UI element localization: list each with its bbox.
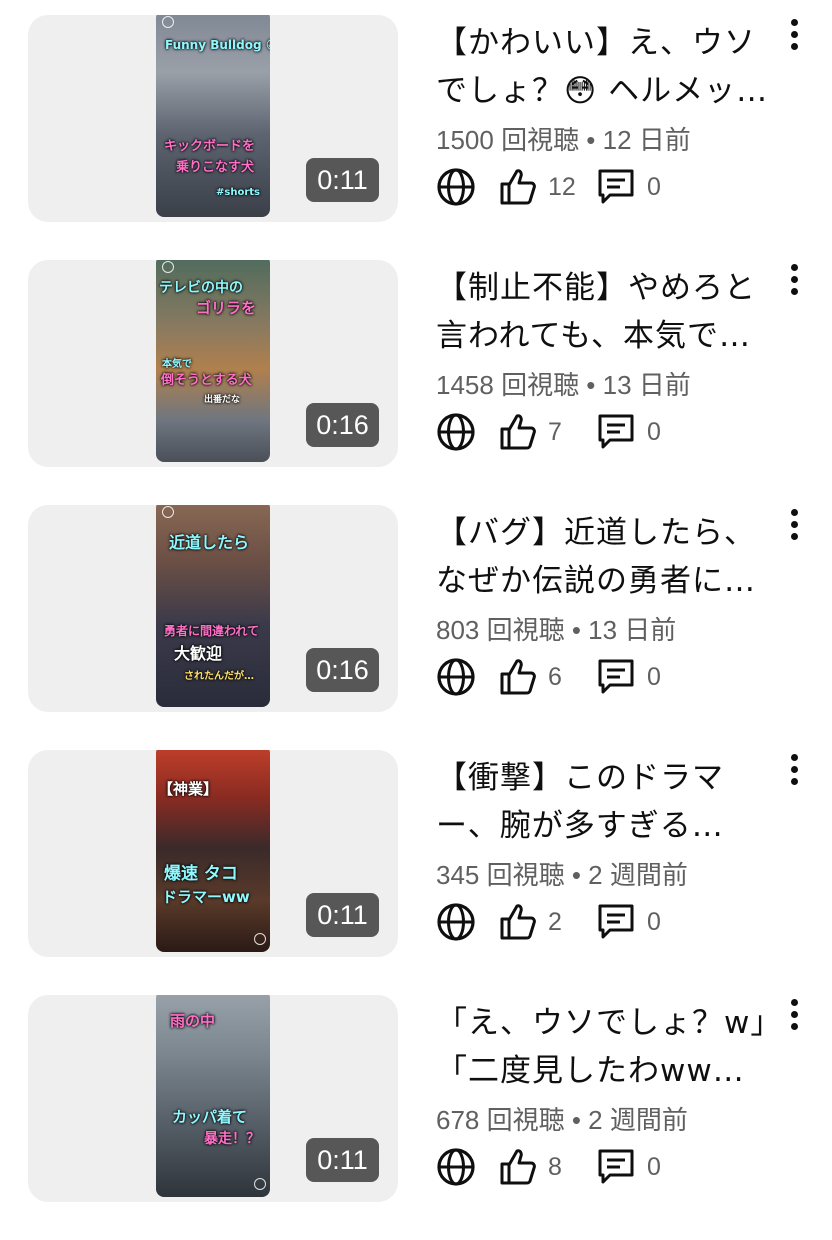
video-title[interactable]: 「え、ウソでしょ？w」「二度見したわww…: [436, 999, 784, 1095]
thumbs-up-icon[interactable]: [498, 412, 538, 452]
sora-watermark-icon: [162, 261, 174, 273]
thumbnail-caption: 本気で: [162, 359, 192, 370]
sora-watermark-icon: [254, 1178, 266, 1190]
thumbnail-caption: 倒そうとする犬: [161, 373, 252, 388]
thumbs-up-icon[interactable]: [498, 657, 538, 697]
video-title[interactable]: 【かわいい】え、ウソでしょ？😳 ヘルメッ…: [436, 19, 784, 115]
action-bar: 8 0: [436, 1147, 696, 1187]
action-bar: 7 0: [436, 412, 696, 452]
thumbnail-caption: 暴走！？: [204, 1131, 260, 1147]
video-row: 【神業】 爆速 タコ ドラマーww 0:11 【衝撃】このドラマー、腕が多すぎる…: [0, 750, 832, 995]
more-vert-icon[interactable]: [780, 997, 810, 1043]
video-thumbnail[interactable]: Funny Bulldog 😆 キックボードを 乗りこなす犬 #shorts 0…: [28, 15, 398, 222]
action-bar: 12 0: [436, 167, 696, 207]
video-thumbnail[interactable]: 近道したら 勇者に間違われて 大歓迎 されたんだが… 0:16: [28, 505, 398, 712]
comment-icon[interactable]: [596, 1147, 636, 1187]
video-row: Funny Bulldog 😆 キックボードを 乗りこなす犬 #shorts 0…: [0, 15, 832, 260]
thumbnail-caption: されたんだが…: [184, 671, 254, 682]
like-count: 2: [548, 908, 562, 936]
thumbnail-image: 近道したら 勇者に間違われて 大歓迎 されたんだが…: [156, 505, 270, 707]
more-vert-icon[interactable]: [780, 752, 810, 798]
video-row: 近道したら 勇者に間違われて 大歓迎 されたんだが… 0:16 【バグ】近道した…: [0, 505, 832, 750]
duration-badge: 0:11: [306, 1138, 379, 1182]
comment-count: 0: [647, 908, 661, 936]
thumbnail-caption: Funny Bulldog 😆: [165, 38, 270, 52]
like-count: 7: [548, 418, 562, 446]
sora-watermark-icon: [162, 506, 174, 518]
thumbnail-caption: ゴリラを: [196, 299, 257, 317]
more-vert-icon[interactable]: [780, 507, 810, 553]
globe-icon[interactable]: [436, 167, 476, 207]
sora-watermark-icon: [254, 933, 266, 945]
thumbnail-caption: 近道したら: [169, 533, 250, 552]
comment-icon[interactable]: [596, 412, 636, 452]
thumbs-up-icon[interactable]: [498, 1147, 538, 1187]
thumbnail-caption: テレビの中の: [159, 280, 243, 296]
globe-icon[interactable]: [436, 1147, 476, 1187]
thumbnail-caption: カッパ着て: [172, 1108, 248, 1126]
video-thumbnail[interactable]: 【神業】 爆速 タコ ドラマーww 0:11: [28, 750, 398, 957]
thumbnail-caption: 出番だな: [204, 395, 241, 405]
comment-icon[interactable]: [596, 902, 636, 942]
comment-count: 0: [647, 663, 661, 691]
more-vert-icon[interactable]: [780, 262, 810, 308]
video-title[interactable]: 【制止不能】やめろと言われても、本気で…: [436, 264, 784, 360]
duration-badge: 0:11: [306, 158, 379, 202]
video-title[interactable]: 【衝撃】このドラマー、腕が多すぎる…: [436, 754, 784, 850]
comment-icon[interactable]: [596, 167, 636, 207]
video-meta: 803 回視聴 • 13 日前: [436, 615, 677, 645]
comment-count: 0: [647, 418, 661, 446]
comment-count: 0: [647, 173, 661, 201]
like-count: 6: [548, 663, 562, 691]
thumbs-up-icon[interactable]: [498, 902, 538, 942]
thumbnail-caption: 乗りこなす犬: [176, 160, 255, 175]
globe-icon[interactable]: [436, 412, 476, 452]
globe-icon[interactable]: [436, 657, 476, 697]
thumbnail-caption: キックボードを: [164, 139, 256, 154]
action-bar: 6 0: [436, 657, 696, 697]
more-vert-icon[interactable]: [780, 17, 810, 63]
duration-badge: 0:11: [306, 893, 379, 937]
thumbnail-caption: 爆速 タコ: [164, 864, 238, 884]
thumbnail-image: 雨の中 カッパ着て 暴走！？: [156, 995, 270, 1197]
thumbnail-image: 【神業】 爆速 タコ ドラマーww: [156, 750, 270, 952]
video-title[interactable]: 【バグ】近道したら、なぜか伝説の勇者に…: [436, 509, 784, 605]
thumbnail-caption: 雨の中: [170, 1012, 216, 1030]
thumbnail-caption: 勇者に間違われて: [164, 624, 260, 638]
thumbnail-image: テレビの中の ゴリラを 本気で 倒そうとする犬 出番だな: [156, 260, 270, 462]
video-meta: 345 回視聴 • 2 週間前: [436, 860, 688, 890]
thumbnail-image: Funny Bulldog 😆 キックボードを 乗りこなす犬 #shorts: [156, 15, 270, 217]
video-thumbnail[interactable]: 雨の中 カッパ着て 暴走！？ 0:11: [28, 995, 398, 1202]
video-row: 雨の中 カッパ着て 暴走！？ 0:11 「え、ウソでしょ？w」「二度見したわww…: [0, 995, 832, 1240]
thumbnail-caption: ドラマーww: [162, 888, 250, 906]
comment-icon[interactable]: [596, 657, 636, 697]
thumbnail-caption: 大歓迎: [174, 644, 223, 663]
comment-count: 0: [647, 1153, 661, 1181]
sora-watermark-icon: [162, 16, 174, 28]
action-bar: 2 0: [436, 902, 696, 942]
thumbnail-caption: #shorts: [216, 187, 260, 198]
video-meta: 1500 回視聴 • 12 日前: [436, 125, 691, 155]
thumbs-up-icon[interactable]: [498, 167, 538, 207]
video-meta: 678 回視聴 • 2 週間前: [436, 1105, 688, 1135]
like-count: 12: [548, 173, 576, 201]
duration-badge: 0:16: [306, 403, 379, 447]
like-count: 8: [548, 1153, 562, 1181]
globe-icon[interactable]: [436, 902, 476, 942]
thumbnail-caption: 【神業】: [158, 780, 219, 798]
video-thumbnail[interactable]: テレビの中の ゴリラを 本気で 倒そうとする犬 出番だな 0:16: [28, 260, 398, 467]
duration-badge: 0:16: [306, 648, 379, 692]
video-meta: 1458 回視聴 • 13 日前: [436, 370, 691, 400]
video-row: テレビの中の ゴリラを 本気で 倒そうとする犬 出番だな 0:16 【制止不能】…: [0, 260, 832, 505]
